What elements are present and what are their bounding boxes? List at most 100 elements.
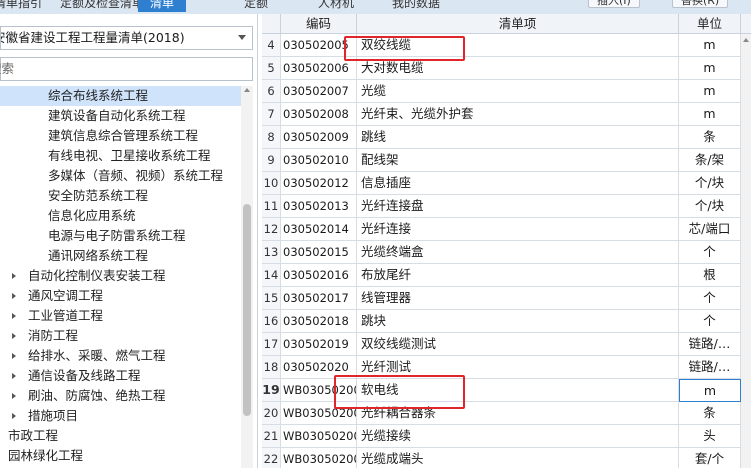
tree-node[interactable]: 建筑设备自动化系统工程 <box>48 106 186 126</box>
table-row[interactable]: 20WB030502002光纤耦合器条条 <box>262 402 751 425</box>
unit-cell: 条/架 <box>679 149 741 172</box>
row-number: 21 <box>262 425 281 448</box>
row-number: 16 <box>262 310 281 333</box>
tree-node[interactable]: 园林绿化工程 <box>8 446 83 466</box>
tree-node[interactable]: 多媒体（音频、视频）系统工程 <box>48 166 223 186</box>
table-row[interactable]: 13 030502015 光缆终端盒个 <box>262 241 751 264</box>
search-input[interactable]: 搜索 <box>0 57 253 81</box>
tree-node-label: 安全防范系统工程 <box>48 188 149 203</box>
row-number: 20 <box>262 402 281 425</box>
table-row[interactable]: 9 030502010 配线架 条/架 <box>262 149 751 172</box>
table-row[interactable]: 5 030502006 大对数电缆 m <box>262 57 751 80</box>
header-item: 清单项 <box>357 14 679 34</box>
tree-node[interactable]: 安全防范系统工程 <box>48 186 148 206</box>
tab-quota-check[interactable]: 定额及检查清单 <box>60 0 144 12</box>
tree-node[interactable]: 通讯网络系统工程 <box>48 246 148 266</box>
row-number: 9 <box>262 149 281 172</box>
row-number: 19 <box>262 379 281 402</box>
row-number: 22 <box>262 448 281 468</box>
item-cell: 布放尾纤 <box>357 264 679 287</box>
scroll-up-icon[interactable] <box>244 88 250 92</box>
tree-node-label: 综合布线系统工程 <box>48 88 149 103</box>
insert-button[interactable]: 插入(I) <box>588 0 640 8</box>
header-num <box>262 14 281 34</box>
table-row[interactable]: 8 030502009 跳线条 <box>262 126 751 149</box>
tab-labor-material[interactable]: 人材机 <box>318 0 354 12</box>
unit-cell: 个/块 <box>679 195 741 218</box>
unit-cell: 条 <box>679 402 741 425</box>
expand-caret-icon[interactable] <box>12 373 16 379</box>
table-row[interactable]: 18 030502020 光纤测试 链路/… <box>262 356 751 379</box>
unit-cell: 个 <box>679 310 741 333</box>
item-cell: 跳块 <box>357 310 679 333</box>
tree-node[interactable]: 市政工程 <box>8 426 58 446</box>
grid-scrollbar[interactable] <box>741 34 751 468</box>
tree-node[interactable]: 刷油、防腐蚀、绝热工程 <box>28 386 166 406</box>
tree-node-label: 建筑信息综合管理系统工程 <box>48 128 199 143</box>
left-scrollbar-thumb[interactable] <box>243 204 251 416</box>
table-row[interactable]: 12 030502014 光纤连接 芯/端口 <box>262 218 751 241</box>
code-cell: WB030502001 <box>281 379 357 402</box>
item-cell: 光纤连接盘 <box>357 195 679 218</box>
row-number: 12 <box>262 218 281 241</box>
tree-node[interactable]: 建筑信息综合管理系统工程 <box>48 126 198 146</box>
bill-grid: 编码 清单项 单位 4 030502005 双绞线缆 m 5 030502006 大对数电缆… <box>262 14 751 468</box>
table-row[interactable]: 16 030502018 跳块个 <box>262 310 751 333</box>
tab-my-data[interactable]: 我的数据 <box>392 0 440 12</box>
tab-quota[interactable]: 定额 <box>244 0 268 12</box>
table-row[interactable]: 7 030502008 光纤束、光缆外护套 m <box>262 103 751 126</box>
left-scrollbar[interactable] <box>241 86 253 468</box>
tree-node[interactable]: 有线电视、卫星接收系统工程 <box>48 146 211 166</box>
row-number: 13 <box>262 241 281 264</box>
tree-node[interactable]: 电源与电子防雷系统工程 <box>48 226 186 246</box>
replace-button[interactable]: 替换(R) <box>672 0 729 8</box>
tree-node-label: 措施项目 <box>28 408 79 423</box>
search-placeholder: 搜索 <box>0 61 15 76</box>
tree-node-label: 通讯网络系统工程 <box>48 248 149 263</box>
tree-node[interactable]: 信息化应用系统 <box>48 206 136 226</box>
code-cell: 030502007 <box>281 80 357 103</box>
table-row[interactable]: 22WB030502004光缆成端头套/个 <box>262 448 751 468</box>
tree-node[interactable]: 措施项目 <box>28 406 78 426</box>
tree-node[interactable]: 自动化控制仪表安装工程 <box>28 266 166 286</box>
unit-cell: 套/个 <box>679 448 741 468</box>
tab-list-guide[interactable]: 清单指引 <box>0 0 42 12</box>
expand-caret-icon[interactable] <box>12 293 16 299</box>
table-row[interactable]: 11 030502013 光纤连接盘 个/块 <box>262 195 751 218</box>
code-cell: 030502020 <box>281 356 357 379</box>
item-cell: 线管理器 <box>357 287 679 310</box>
table-row[interactable]: 14 030502016 布放尾纤根 <box>262 264 751 287</box>
tree-node[interactable]: 通信设备及线路工程 <box>28 366 141 386</box>
tree-node[interactable]: 综合布线系统工程 <box>0 86 241 106</box>
expand-caret-icon[interactable] <box>12 273 16 279</box>
row-number: 6 <box>262 80 281 103</box>
table-row[interactable]: 4 030502005 双绞线缆 m <box>262 34 751 57</box>
tree-node[interactable]: 给排水、采暖、燃气工程 <box>28 346 166 366</box>
tree-node[interactable]: 消防工程 <box>28 326 78 346</box>
header-code: 编码 <box>281 14 357 34</box>
table-row[interactable]: 6 030502007 光缆 m <box>262 80 751 103</box>
chevron-down-icon[interactable] <box>238 35 246 40</box>
scroll-up-icon[interactable] <box>743 38 749 42</box>
tree-node[interactable]: 工业管道工程 <box>28 306 103 326</box>
tree-node[interactable]: 通风空调工程 <box>28 286 103 306</box>
tab-bill[interactable]: 清单 <box>138 0 187 12</box>
table-row[interactable]: 10 030502012 信息插座 个/块 <box>262 172 751 195</box>
expand-caret-icon[interactable] <box>12 333 16 339</box>
row-number: 5 <box>262 57 281 80</box>
code-cell: 030502013 <box>281 195 357 218</box>
expand-caret-icon[interactable] <box>12 353 16 359</box>
tree-node-label: 有线电视、卫星接收系统工程 <box>48 148 211 163</box>
unit-cell: 链路/… <box>679 333 741 356</box>
row-number: 11 <box>262 195 281 218</box>
expand-caret-icon[interactable] <box>12 413 16 419</box>
table-row[interactable]: 21WB030502003光缆接续头 <box>262 425 751 448</box>
library-select[interactable]: 安徽省建设工程工程量清单(2018) <box>0 26 253 50</box>
table-row[interactable]: 15 030502017 线管理器个 <box>262 287 751 310</box>
expand-caret-icon[interactable] <box>12 393 16 399</box>
item-cell: 双绞线缆测试 <box>357 333 679 356</box>
table-row[interactable]: 17 030502019 双绞线缆测试 链路/… <box>262 333 751 356</box>
code-cell: 030502009 <box>281 126 357 149</box>
table-row[interactable]: 19WB030502001软电线m <box>262 379 751 402</box>
expand-caret-icon[interactable] <box>12 313 16 319</box>
